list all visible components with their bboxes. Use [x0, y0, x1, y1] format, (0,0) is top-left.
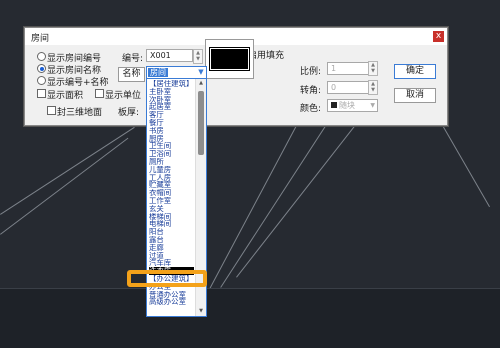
dropdown-item[interactable]: 阳台	[149, 228, 194, 236]
color-swatch	[331, 102, 337, 108]
dialog-title: 房间	[31, 34, 50, 44]
dropdown-item[interactable]: 过道	[149, 252, 194, 260]
close-icon[interactable]: x	[433, 31, 444, 42]
color-value: 随块	[339, 101, 355, 110]
dropdown-item[interactable]: 客厅	[149, 111, 194, 119]
dropdown-item[interactable]: 高级办公室	[149, 298, 194, 306]
cad-command-area	[0, 288, 500, 348]
scroll-thumb[interactable]	[198, 91, 204, 155]
scroll-up-icon[interactable]: ▲	[196, 79, 206, 88]
chevron-down-icon[interactable]: ▼	[196, 67, 206, 78]
dropdown-item[interactable]: 厨房	[149, 135, 194, 143]
cad-line	[0, 137, 129, 235]
dropdown-item[interactable]: 贮藏室	[149, 181, 194, 189]
scale-input[interactable]: 1	[327, 62, 369, 75]
dropdown-item[interactable]: 工作室	[149, 197, 194, 205]
cad-line	[0, 126, 135, 215]
spin-down-icon[interactable]: ▼	[369, 68, 377, 74]
cad-line	[220, 119, 330, 288]
spin-down-icon[interactable]: ▼	[369, 87, 377, 93]
dropdown-item[interactable]: 电梯间	[149, 220, 194, 228]
show-unit-checkbox[interactable]	[95, 89, 104, 98]
seal-3d-floor-checkbox[interactable]	[47, 106, 56, 115]
dropdown-item[interactable]: 卫浴间	[149, 150, 194, 158]
radio-show-code[interactable]	[37, 52, 46, 61]
show-area-label: 显示面积	[47, 91, 84, 101]
fill-preview-swatch	[209, 47, 250, 71]
code-spinner[interactable]: ▲ ▼	[193, 49, 203, 64]
dropdown-item[interactable]: 儿童房	[149, 166, 194, 174]
dropdown-item[interactable]: 普通办公室	[149, 291, 194, 299]
show-unit-label: 显示单位	[105, 91, 142, 101]
dropdown-item[interactable]: 【居住建筑】	[149, 80, 194, 88]
selection-highlight-box	[127, 270, 207, 287]
color-label: 颜色:	[300, 104, 322, 114]
room-name-value: 房间	[148, 68, 168, 77]
spin-down-icon[interactable]: ▼	[194, 56, 202, 62]
seal-3d-floor-label: 封三维地面	[57, 108, 103, 118]
show-area-checkbox[interactable]	[37, 89, 46, 98]
dropdown-item[interactable]: 餐厅	[149, 119, 194, 127]
ok-button[interactable]: 确定	[394, 64, 436, 79]
dropdown-item[interactable]: 起居室	[149, 103, 194, 111]
code-input[interactable]: X001	[146, 49, 193, 62]
dropdown-item[interactable]: 书房	[149, 127, 194, 135]
dropdown-item[interactable]: 主卧室	[149, 88, 194, 96]
cad-line	[205, 119, 300, 297]
dropdown-item[interactable]: 厕所	[149, 158, 194, 166]
angle-spinner[interactable]: ▲ ▼	[368, 80, 378, 95]
scroll-down-icon[interactable]: ▼	[196, 307, 206, 316]
radio-show-name[interactable]	[37, 64, 46, 73]
dropdown-item[interactable]: 衣帽间	[149, 189, 194, 197]
scale-spinner[interactable]: ▲ ▼	[368, 61, 378, 76]
dropdown-item[interactable]: 露台	[149, 236, 194, 244]
cad-line	[439, 120, 490, 208]
dropdown-item[interactable]: 楼梯间	[149, 213, 194, 221]
fill-preview	[205, 39, 254, 79]
dropdown-item[interactable]: 汽车库	[149, 259, 194, 267]
angle-label: 转角:	[300, 86, 322, 96]
color-select[interactable]: 随块 ▼	[327, 99, 378, 112]
cancel-button[interactable]: 取消	[394, 88, 436, 103]
cad-line	[236, 119, 360, 278]
dropdown-item[interactable]: 玄关	[149, 205, 194, 213]
code-label: 编号:	[122, 54, 144, 64]
chevron-down-icon: ▼	[370, 102, 375, 109]
angle-input[interactable]: 0	[327, 81, 369, 94]
dropdown-item[interactable]: 卫生间	[149, 142, 194, 150]
slab-thickness-label: 板厚:	[118, 108, 140, 118]
dropdown-item[interactable]: 次卧室	[149, 96, 194, 104]
scale-label: 比例:	[300, 67, 322, 77]
radio-show-code-name-label: 显示编号+名称	[47, 78, 109, 88]
dropdown-item[interactable]: 工人房	[149, 174, 194, 182]
room-dialog: 房间 x 显示房间编号 显示房间名称 显示编号+名称 显示面积 显示单位 封三维…	[24, 27, 448, 126]
dropdown-item[interactable]: 走廊	[149, 244, 194, 252]
name-button[interactable]: 名称	[118, 67, 145, 82]
radio-show-code-name[interactable]	[37, 76, 46, 85]
